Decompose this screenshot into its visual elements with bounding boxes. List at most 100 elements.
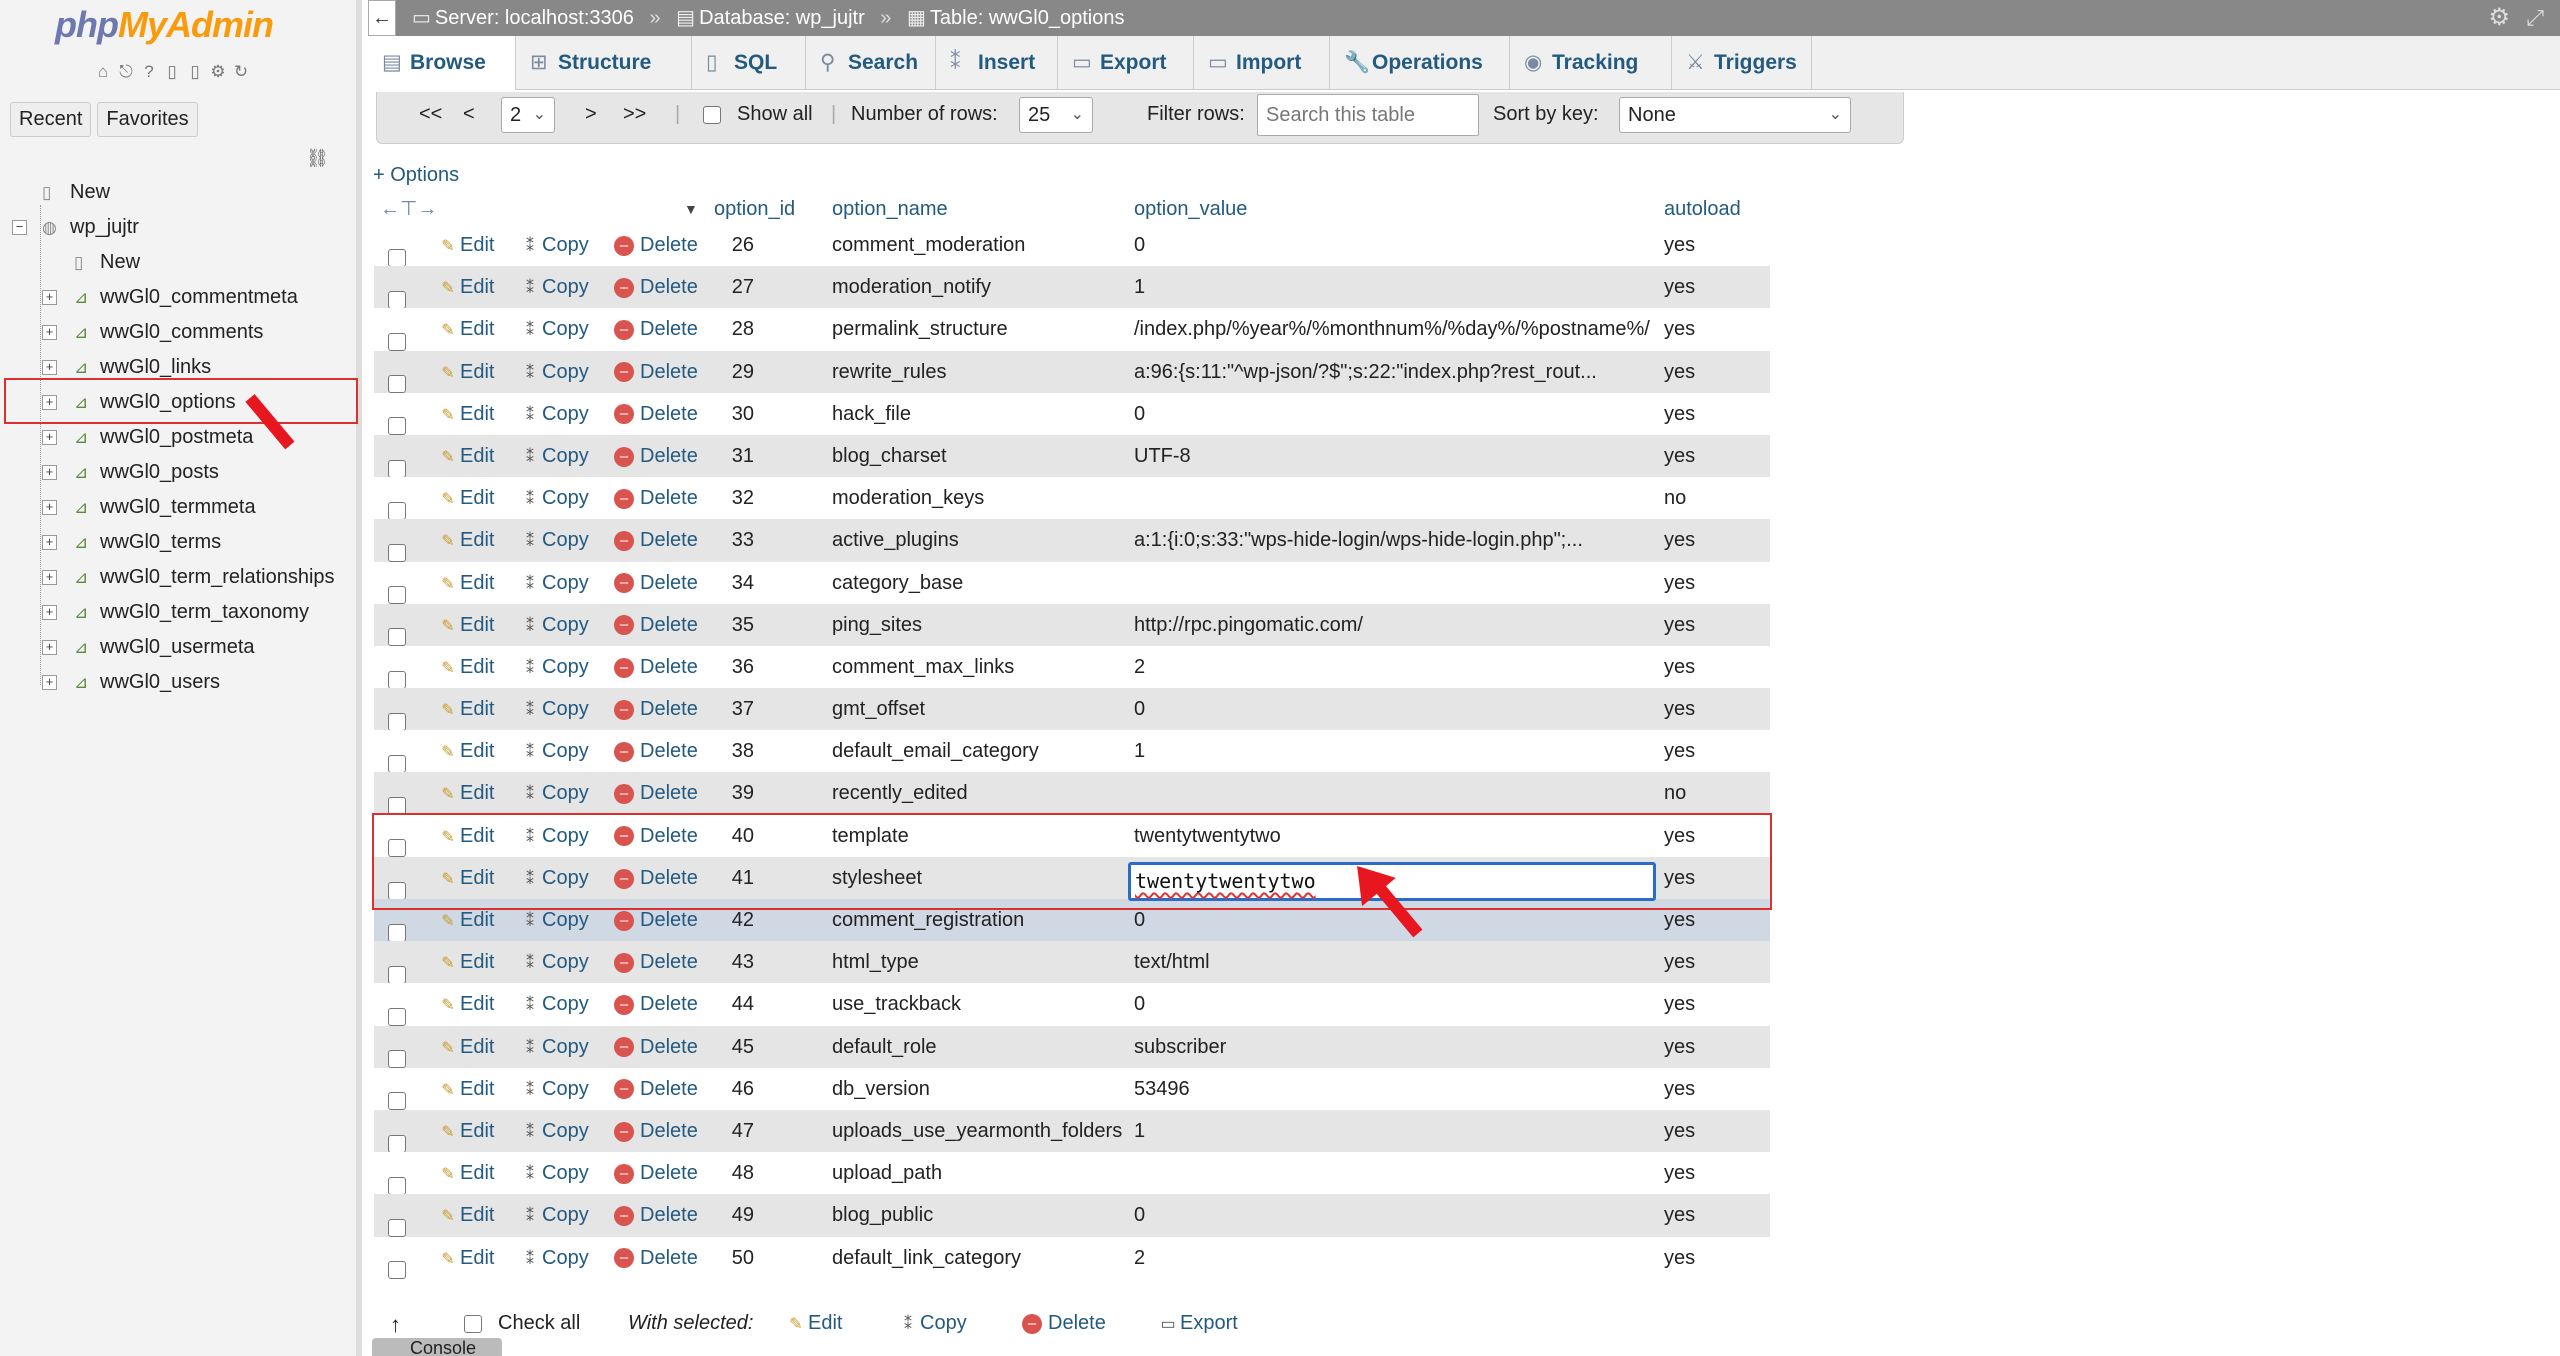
filter-input[interactable]: Search this table [1257, 94, 1479, 136]
expand-icon[interactable]: + [42, 640, 57, 655]
cell-option-value[interactable]: subscriber [1134, 1026, 1226, 1068]
copy-button[interactable]: ⁑ Copy [518, 562, 589, 606]
tab-operations[interactable]: 🔧Operations [1330, 36, 1510, 90]
tree-item[interactable]: + ⊿ wwGl0_posts [10, 455, 360, 490]
cell-option-value[interactable]: http://rpc.pingomatic.com/ [1134, 604, 1363, 646]
logout-icon[interactable]: ⎋ [116, 62, 136, 82]
copy-button[interactable]: ⁑ Copy [518, 1194, 589, 1238]
delete-button[interactable]: – Delete [614, 393, 698, 435]
tree-item[interactable]: − ◍ wp_jujtr [10, 210, 360, 245]
cell-option-value[interactable]: 1 [1134, 266, 1145, 308]
copy-button[interactable]: ⁑ Copy [518, 772, 589, 816]
cell-option-value[interactable]: a:96:{s:11:"^wp-json/?$";s:22:"index.php… [1134, 351, 1597, 393]
column-option-name[interactable]: option_name [832, 194, 948, 224]
tree-item-label[interactable]: wwGl0_terms [100, 525, 221, 560]
column-option-value[interactable]: option_value [1134, 194, 1247, 224]
tree-item-label[interactable]: New [100, 245, 140, 280]
cell-option-value[interactable]: 0 [1134, 224, 1145, 266]
crumb-server[interactable]: Server: localhost:3306 [435, 7, 634, 29]
show-all-checkbox[interactable] [703, 92, 721, 136]
cell-option-value[interactable]: 1 [1134, 730, 1145, 772]
delete-button[interactable]: – Delete [614, 730, 698, 772]
expand-icon[interactable]: + [42, 605, 57, 620]
tab-search[interactable]: ⚲ Search [806, 36, 936, 90]
tree-item[interactable]: ▯ New [10, 245, 360, 280]
page-select[interactable]: 2 ⌄ [501, 97, 555, 133]
cell-option-value[interactable]: 0 [1134, 983, 1145, 1025]
copy-button[interactable]: ⁑ Copy [518, 1068, 589, 1112]
delete-button[interactable]: – Delete [614, 435, 698, 477]
cell-option-value[interactable]: 0 [1134, 688, 1145, 730]
help-icon[interactable]: ? [139, 62, 159, 82]
delete-button[interactable]: – Delete [614, 308, 698, 350]
docs-sql-icon[interactable]: ▯ [185, 62, 205, 82]
first-page-button[interactable]: << [419, 92, 442, 136]
tree-item-label[interactable]: wwGl0_posts [100, 455, 219, 490]
copy-button[interactable]: ⁑ Copy [518, 688, 589, 732]
edit-button[interactable]: ✎ Edit [436, 941, 494, 985]
reload-icon[interactable]: ↻ [231, 62, 251, 82]
bulk-delete-button[interactable]: – Delete [1022, 1312, 1106, 1335]
tree-item-label[interactable]: wwGl0_commentmeta [100, 280, 298, 315]
tree-item-label[interactable]: wwGl0_comments [100, 315, 263, 350]
expand-icon[interactable]: + [42, 325, 57, 340]
console-tab[interactable]: Console [372, 1338, 502, 1356]
edit-button[interactable]: ✎ Edit [436, 1110, 494, 1154]
link-icon[interactable]: ⛓ [306, 148, 329, 169]
cell-option-value[interactable]: 2 [1134, 646, 1145, 688]
delete-button[interactable]: – Delete [614, 941, 698, 983]
delete-button[interactable]: – Delete [614, 688, 698, 730]
home-icon[interactable]: ⌂ [93, 62, 113, 82]
crumb-database[interactable]: Database: wp_jujtr [699, 7, 865, 29]
docs-icon[interactable]: ▯ [162, 62, 182, 82]
cell-option-value[interactable]: 0 [1134, 393, 1145, 435]
copy-button[interactable]: ⁑ Copy [518, 435, 589, 479]
edit-button[interactable]: ✎ Edit [436, 688, 494, 732]
delete-button[interactable]: – Delete [614, 266, 698, 308]
copy-button[interactable]: ⁑ Copy [518, 266, 589, 310]
copy-button[interactable]: ⁑ Copy [518, 1237, 589, 1281]
delete-button[interactable]: – Delete [614, 351, 698, 393]
edit-button[interactable]: ✎ Edit [436, 562, 494, 606]
delete-button[interactable]: – Delete [614, 1152, 698, 1194]
copy-button[interactable]: ⁑ Copy [518, 308, 589, 352]
delete-button[interactable]: – Delete [614, 1194, 698, 1236]
edit-button[interactable]: ✎ Edit [436, 1152, 494, 1196]
edit-button[interactable]: ✎ Edit [436, 983, 494, 1027]
delete-button[interactable]: – Delete [614, 772, 698, 814]
tree-item-label[interactable]: wwGl0_term_relationships [100, 560, 335, 595]
tab-sql[interactable]: ▯ SQL [692, 36, 806, 90]
tree-item[interactable]: + ⊿ wwGl0_term_taxonomy [10, 595, 360, 630]
copy-button[interactable]: ⁑ Copy [518, 604, 589, 648]
check-all-checkbox[interactable] [464, 1312, 482, 1335]
edit-button[interactable]: ✎ Edit [436, 772, 494, 816]
edit-button[interactable]: ✎ Edit [436, 477, 494, 521]
cell-option-value[interactable]: 53496 [1134, 1068, 1190, 1110]
expand-icon[interactable]: + [42, 360, 57, 375]
delete-button[interactable]: – Delete [614, 224, 698, 266]
column-arrows-icon[interactable]: ←⊤→ [380, 194, 437, 224]
tab-export[interactable]: ▭ Export [1058, 36, 1194, 90]
delete-button[interactable]: – Delete [614, 1026, 698, 1068]
edit-button[interactable]: ✎ Edit [436, 224, 494, 268]
copy-button[interactable]: ⁑ Copy [518, 983, 589, 1027]
tree-item-label[interactable]: wwGl0_postmeta [100, 420, 253, 455]
tab-tracking[interactable]: ◉ Tracking [1510, 36, 1672, 90]
cell-option-value[interactable]: /index.php/%year%/%monthnum%/%day%/%post… [1134, 308, 1650, 350]
edit-button[interactable]: ✎ Edit [436, 646, 494, 690]
gear-icon[interactable]: ⚙ [2488, 0, 2510, 36]
expand-icon[interactable]: + [42, 675, 57, 690]
tree-item[interactable]: + ⊿ wwGl0_comments [10, 315, 360, 350]
collapse-nav-button[interactable]: ← [368, 0, 396, 36]
tree-item[interactable]: + ⊿ wwGl0_commentmeta [10, 280, 360, 315]
cell-option-value[interactable]: a:1:{i:0;s:33:"wps-hide-login/wps-hide-l… [1134, 519, 1583, 561]
tab-structure[interactable]: ⊞ Structure [516, 36, 692, 90]
edit-button[interactable]: ✎ Edit [436, 351, 494, 395]
prev-page-button[interactable]: < [463, 92, 475, 136]
edit-button[interactable]: ✎ Edit [436, 1026, 494, 1070]
expand-icon[interactable]: + [42, 500, 57, 515]
copy-button[interactable]: ⁑ Copy [518, 519, 589, 563]
options-link[interactable]: + Options [373, 164, 459, 187]
delete-button[interactable]: – Delete [614, 519, 698, 561]
rows-select[interactable]: 25 ⌄ [1019, 97, 1093, 133]
